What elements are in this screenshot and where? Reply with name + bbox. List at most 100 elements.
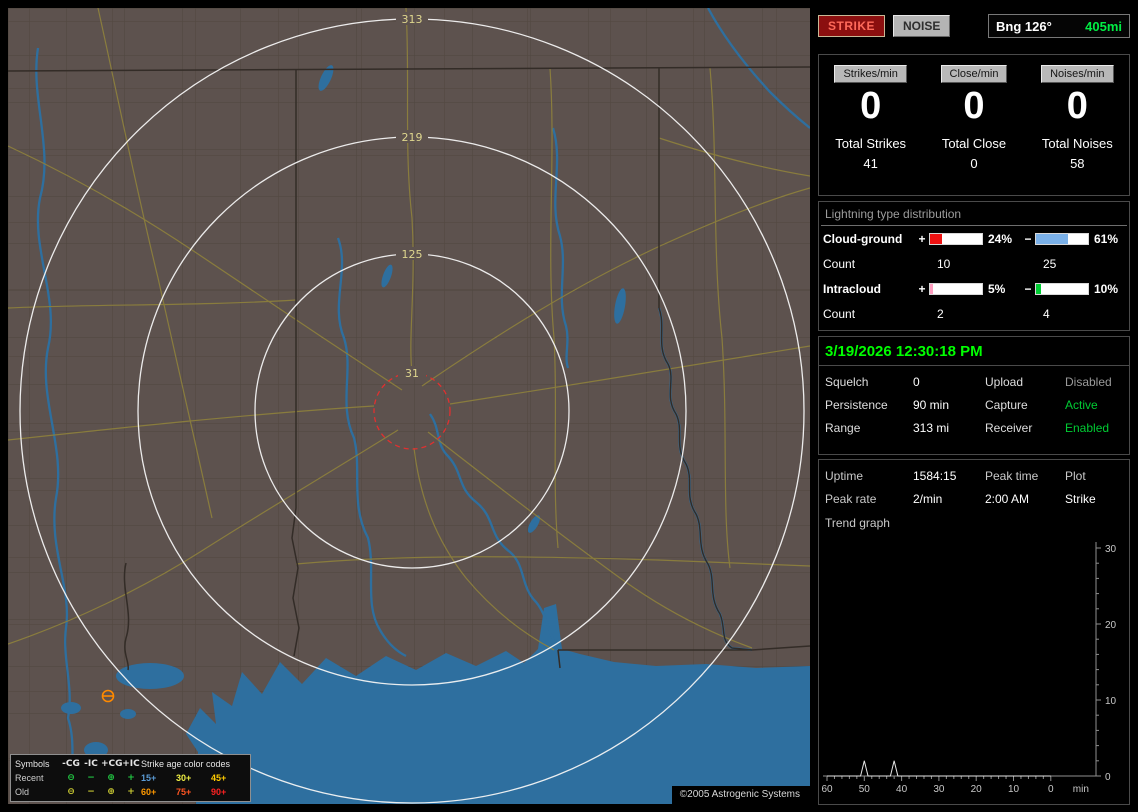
close-per-min-value: 0 — [963, 85, 985, 127]
ic-plus-count: 2 — [937, 307, 944, 321]
age-30: 30+ — [176, 773, 192, 783]
ic-minus-pct: 10% — [1094, 282, 1119, 296]
radar-map[interactable]: 313 219 125 31 Symbols -CG -IC +CG +IC S… — [8, 8, 810, 804]
cg-plus-bar-fill — [930, 234, 943, 244]
cg-plus-bar — [929, 233, 983, 245]
svg-text:30: 30 — [933, 784, 945, 795]
noises-per-min-button[interactable]: Noises/min — [1041, 65, 1114, 83]
pos-cg-recent-icon: ⊕ — [107, 773, 115, 783]
minus-sign: − — [1024, 282, 1032, 296]
cloud-ground-row: Cloud-ground + 24% − 61% — [819, 226, 1129, 252]
noise-indicator-button[interactable]: NOISE — [893, 15, 951, 37]
lightning-distribution-panel: Lightning type distribution Cloud-ground… — [818, 201, 1130, 331]
range-value: 313 mi — [913, 421, 950, 435]
legend-col-pos-ic: +IC — [122, 759, 140, 769]
cg-count-label: Count — [823, 257, 856, 271]
upload-status: Disabled — [1065, 375, 1112, 389]
plot-label: Plot — [1065, 469, 1086, 483]
plus-sign: + — [918, 232, 926, 246]
toolbar: STRIKE NOISE Bng 126° 405mi — [818, 12, 1130, 40]
svg-text:50: 50 — [859, 784, 871, 795]
svg-text:20: 20 — [971, 784, 983, 795]
total-strikes-label: Total Strikes — [835, 136, 907, 151]
cg-minus-count: 25 — [1043, 257, 1057, 271]
uptime-value: 1584:15 — [913, 469, 957, 483]
legend-age-header: Strike age color codes — [141, 759, 231, 769]
intracloud-row: Intracloud + 5% − 10% — [819, 276, 1129, 302]
svg-text:0: 0 — [1048, 784, 1054, 795]
noises-per-min-value: 0 — [1066, 85, 1088, 127]
plot-value: Strike — [1065, 492, 1096, 506]
cg-minus-bar — [1035, 233, 1089, 245]
capture-status: Active — [1065, 398, 1098, 412]
ring-label-219: 219 — [402, 131, 423, 144]
ic-plus-bar — [929, 283, 983, 295]
squelch-value: 0 — [913, 375, 920, 389]
map-canvas: 313 219 125 31 — [8, 8, 810, 804]
ring-label-125: 125 — [402, 248, 423, 261]
neg-ic-old-icon: − — [87, 787, 95, 797]
receiver-label: Receiver — [985, 421, 1033, 435]
strikes-counter: Strikes/min 0 Total Strikes 41 — [820, 64, 922, 195]
age-15: 15+ — [141, 773, 157, 783]
svg-text:10: 10 — [1008, 784, 1020, 795]
receiver-status: Enabled — [1065, 421, 1110, 435]
total-noises-value: 58 — [1070, 156, 1085, 171]
intracloud-label: Intracloud — [823, 282, 882, 296]
persistence-label: Persistence — [825, 398, 888, 412]
total-close-value: 0 — [970, 156, 978, 171]
map-legend: Symbols -CG -IC +CG +IC Strike age color… — [10, 754, 251, 802]
peak-time-value: 2:00 AM — [985, 492, 1030, 506]
age-60: 60+ — [141, 787, 157, 797]
trend-graph-label: Trend graph — [825, 516, 890, 530]
persistence-value: 90 min — [913, 398, 950, 412]
strike-indicator-button[interactable]: STRIKE — [818, 15, 886, 37]
trend-graph-row: Trend graph 60 min — [819, 506, 1129, 530]
peak-rate-label: Peak rate — [825, 492, 877, 506]
ic-plus-pct: 5% — [988, 282, 1006, 296]
pos-cg-old-icon: ⊕ — [107, 787, 115, 797]
cg-minus-pct: 61% — [1094, 232, 1119, 246]
strikes-per-min-button[interactable]: Strikes/min — [834, 65, 907, 83]
minus-sign: − — [1024, 232, 1032, 246]
neg-ic-recent-icon: − — [87, 773, 95, 783]
svg-text:60: 60 — [821, 784, 833, 795]
plus-sign: + — [918, 282, 926, 296]
svg-text:20: 20 — [1105, 620, 1117, 631]
ring-label-313: 313 — [402, 13, 423, 26]
total-close-label: Total Close — [941, 136, 1007, 151]
lake — [61, 702, 81, 714]
age-75: 75+ — [176, 787, 192, 797]
ic-minus-bar — [1035, 283, 1089, 295]
copyright-text: ©2005 Astrogenic Systems — [671, 786, 810, 804]
distance-value: 405mi — [1085, 18, 1122, 34]
intracloud-count-row: Count 2 4 — [819, 302, 1129, 326]
peak-time-label: Peak time — [985, 469, 1039, 483]
trend-chart: 30 20 10 0 60 50 40 30 20 10 0 min — [821, 542, 1117, 795]
status-grid: Squelch 0 Upload Disabled Persistence 90… — [819, 366, 1129, 435]
close-per-min-button[interactable]: Close/min — [940, 65, 1008, 83]
ic-minus-bar-fill — [1036, 284, 1042, 294]
legend-col-pos-cg: +CG — [101, 759, 123, 769]
capture-label: Capture — [985, 398, 1028, 412]
legend-old-label: Old — [15, 787, 30, 797]
cloud-ground-count-row: Count 10 25 — [819, 252, 1129, 276]
close-counter: Close/min 0 Total Close 0 — [923, 64, 1025, 195]
total-strikes-value: 41 — [863, 156, 878, 171]
svg-text:40: 40 — [896, 784, 908, 795]
ic-count-label: Count — [823, 307, 856, 321]
bearing-distance-box: Bng 126° 405mi — [988, 14, 1130, 38]
datetime-display: 3/19/2026 12:30:18 PM — [819, 337, 1129, 366]
squelch-label: Squelch — [825, 375, 869, 389]
peak-rate-value: 2/min — [913, 492, 943, 506]
legend-col-neg-cg: -CG — [62, 759, 80, 769]
distribution-title: Lightning type distribution — [821, 202, 1127, 226]
cloud-ground-label: Cloud-ground — [823, 232, 903, 246]
range-label: Range — [825, 421, 861, 435]
status-panel: 3/19/2026 12:30:18 PM Squelch 0 Upload D… — [818, 336, 1130, 455]
legend-symbols-header: Symbols — [15, 759, 50, 769]
neg-cg-old-icon: ⊖ — [67, 787, 75, 797]
ring-label-31: 31 — [405, 367, 419, 380]
uptime-label: Uptime — [825, 469, 864, 483]
pos-ic-recent-icon: + — [127, 773, 135, 783]
